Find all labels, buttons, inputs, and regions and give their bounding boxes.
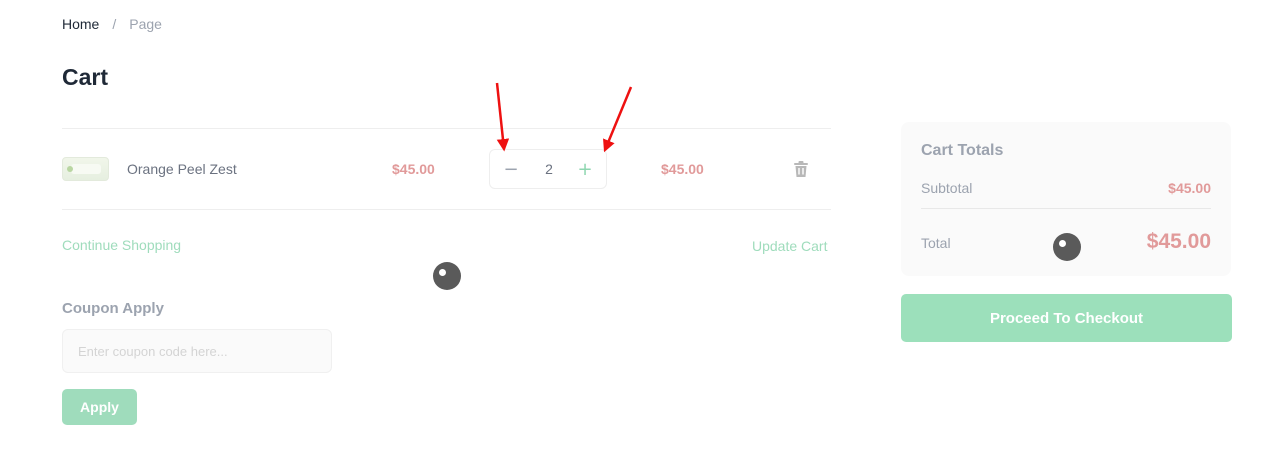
continue-shopping-link[interactable]: Continue Shopping — [62, 237, 181, 253]
total-label: Total — [921, 235, 951, 251]
cart-totals-title: Cart Totals — [921, 142, 1004, 159]
coupon-title: Coupon Apply — [62, 300, 164, 317]
apply-coupon-button[interactable]: Apply — [62, 389, 137, 425]
annotation-arrow-minus — [495, 82, 510, 152]
product-name[interactable]: Orange Peel Zest — [127, 161, 237, 177]
update-cart-link[interactable]: Update Cart — [752, 238, 827, 254]
cursor-indicator — [1053, 233, 1081, 261]
page-title: Cart — [62, 64, 109, 90]
cart-row-top-divider — [62, 128, 831, 129]
proceed-to-checkout-button[interactable]: Proceed To Checkout — [901, 294, 1232, 342]
product-thumbnail-label — [71, 164, 101, 174]
product-line-total: $45.00 — [661, 161, 704, 177]
quantity-stepper: − + — [489, 149, 607, 189]
breadcrumb-home-link[interactable]: Home — [62, 16, 99, 32]
coupon-code-input[interactable] — [62, 329, 332, 373]
quantity-increase-button[interactable]: + — [570, 150, 600, 188]
breadcrumb: Home / Page — [62, 16, 162, 32]
quantity-decrease-button[interactable]: − — [496, 150, 526, 188]
quantity-input[interactable] — [530, 150, 568, 188]
annotation-arrow-plus — [603, 86, 633, 153]
subtotal-label: Subtotal — [921, 180, 973, 196]
trash-icon[interactable] — [792, 160, 810, 178]
product-thumbnail[interactable] — [62, 157, 109, 181]
total-value: $45.00 — [1146, 230, 1211, 253]
breadcrumb-current: Page — [129, 16, 162, 32]
cart-row-bottom-divider — [62, 209, 831, 210]
cursor-indicator — [433, 262, 461, 290]
product-thumbnail-logo — [67, 166, 73, 172]
product-price: $45.00 — [392, 161, 435, 177]
subtotal-value: $45.00 — [1168, 180, 1211, 196]
totals-divider — [921, 208, 1211, 209]
breadcrumb-separator: / — [112, 16, 117, 32]
